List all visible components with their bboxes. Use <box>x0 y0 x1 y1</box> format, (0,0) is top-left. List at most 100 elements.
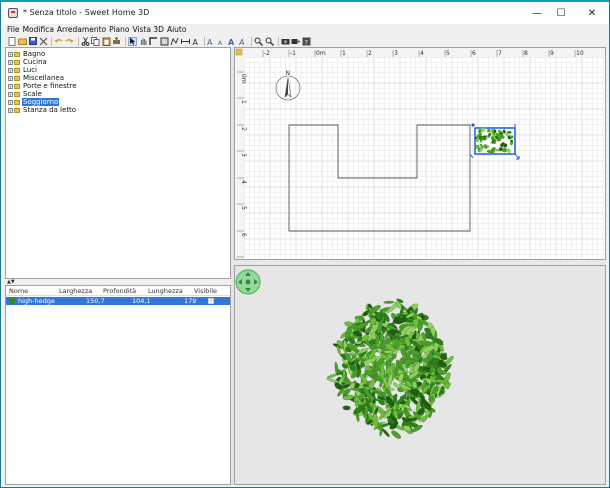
table-row[interactable]: high-hedge 150,7 104,1 179 ✓ <box>6 297 230 305</box>
toolbar: A A A A A ? <box>1 35 609 47</box>
cell-depth: 104,1 <box>132 297 151 305</box>
text-style-icon[interactable]: A <box>228 37 237 46</box>
create-photo-icon[interactable] <box>281 37 290 46</box>
navigation-arrows-icon[interactable] <box>235 269 261 295</box>
create-labels-icon[interactable]: A <box>192 37 201 46</box>
hedge-3d-model <box>326 298 454 439</box>
category-label: Stanza da letto <box>23 106 77 114</box>
text-style-icon[interactable]: A <box>218 37 227 46</box>
resize-handle[interactable] <box>514 153 520 160</box>
app-icon <box>8 8 18 18</box>
undo-icon[interactable] <box>54 37 63 46</box>
menu-modifica[interactable]: Modifica <box>23 24 54 35</box>
toolbar-separator <box>251 36 253 46</box>
menu-arredamento[interactable]: Arredamento <box>57 24 106 35</box>
menu-file[interactable]: File <box>7 24 20 35</box>
expand-icon[interactable]: + <box>8 75 13 81</box>
create-rooms-icon[interactable] <box>160 37 169 46</box>
3d-view[interactable] <box>234 265 606 485</box>
room-walls[interactable] <box>288 124 471 232</box>
folder-icon <box>14 67 20 73</box>
ruler-x-label: 0m <box>316 50 326 57</box>
column-header[interactable]: Lunghezza <box>148 287 183 295</box>
open-icon[interactable] <box>17 37 27 46</box>
zoom-in-icon[interactable] <box>254 37 264 46</box>
compass-rose[interactable]: N <box>275 70 301 101</box>
menu-vista-3d[interactable]: Vista 3D <box>133 24 164 35</box>
text-style-icon[interactable]: A <box>207 37 216 46</box>
create-video-icon[interactable] <box>291 37 300 46</box>
toolbar-separator <box>51 36 53 46</box>
ruler-x-label: 3 <box>394 50 398 57</box>
toolbar-separator <box>277 36 279 46</box>
window-title: * Senza titolo - Sweet Home 3D <box>23 8 150 17</box>
folder-icon <box>14 83 20 89</box>
tree-item[interactable]: + Miscellanea <box>8 74 65 82</box>
plan-canvas[interactable]: -2-10m12345678910 0m1234567 N <box>235 48 606 260</box>
furniture-catalog[interactable]: + Bagno + Cucina + Luci + Miscellanea + Porte… <box>5 47 231 279</box>
paste-icon[interactable] <box>102 37 111 46</box>
level-corner-icon[interactable] <box>235 48 243 56</box>
3d-canvas[interactable] <box>235 266 606 485</box>
save-icon[interactable] <box>28 37 37 46</box>
tree-item[interactable]: + Stanza da letto <box>8 106 77 114</box>
category-label: Miscellanea <box>23 74 64 82</box>
select-icon[interactable] <box>127 36 137 46</box>
copy-icon[interactable] <box>91 36 100 46</box>
new-file-icon[interactable] <box>7 36 16 46</box>
ruler-y-label: 6 <box>240 233 247 237</box>
expand-icon[interactable]: + <box>8 91 13 97</box>
expand-icon[interactable]: + <box>8 67 13 73</box>
expand-icon[interactable]: + <box>8 99 13 105</box>
cut-icon[interactable] <box>39 37 48 46</box>
folder-icon <box>14 99 20 105</box>
add-furniture-icon[interactable] <box>112 36 121 46</box>
folder-icon <box>14 91 20 97</box>
menu-aiuto[interactable]: Aiuto <box>167 24 187 35</box>
column-header[interactable]: Larghezza <box>59 287 92 295</box>
ruler-y-label: 5 <box>240 206 247 210</box>
ruler-x-label: -2 <box>264 50 270 57</box>
ruler-y-label: 3 <box>240 153 247 157</box>
expand-icon[interactable]: + <box>8 59 13 65</box>
tree-item[interactable]: + Scale <box>8 90 43 98</box>
column-header[interactable]: Profondità <box>103 287 136 295</box>
create-polylines-icon[interactable] <box>170 37 179 46</box>
category-label: Cucina <box>23 58 47 66</box>
furniture-table[interactable]: Nome Larghezza Profondità Lunghezza Visi… <box>5 285 231 485</box>
tree-item[interactable]: + Luci <box>8 66 38 74</box>
redo-icon[interactable] <box>65 37 74 46</box>
expand-icon[interactable]: + <box>8 51 13 57</box>
tree-item[interactable]: + Porte e finestre <box>8 82 78 90</box>
hedge-plan-item[interactable] <box>469 123 520 160</box>
plan-grid <box>243 56 605 259</box>
folder-icon <box>14 75 20 81</box>
create-dimensions-icon[interactable] <box>180 37 190 46</box>
scissors-icon[interactable] <box>81 36 90 46</box>
expand-icon[interactable]: + <box>8 83 13 89</box>
tree-item[interactable]: + Cucina <box>8 58 48 66</box>
plan-view[interactable]: -2-10m12345678910 0m1234567 N <box>234 47 606 260</box>
ruler-x-label: 10 <box>576 50 584 57</box>
pan-icon[interactable] <box>139 37 148 46</box>
toolbar-separator <box>204 36 206 46</box>
ruler-x-label: 4 <box>420 50 424 57</box>
close-button[interactable]: ✕ <box>575 2 609 24</box>
svg-text:A: A <box>239 38 244 46</box>
visible-checkbox[interactable]: ✓ <box>208 298 214 304</box>
category-label: Soggiorno <box>22 98 60 106</box>
zoom-out-icon[interactable] <box>265 37 275 46</box>
text-style-icon[interactable]: A <box>239 37 248 46</box>
rotate-handle[interactable] <box>471 123 475 127</box>
tree-item-selected[interactable]: + Soggiorno <box>8 98 60 106</box>
maximize-button[interactable]: ☐ <box>544 2 578 24</box>
menu-piano[interactable]: Piano <box>109 24 129 35</box>
ruler-y-label: 0m <box>240 74 247 84</box>
column-header[interactable]: Nome <box>9 287 28 295</box>
cell-name: high-hedge <box>18 297 55 305</box>
tree-item[interactable]: + Bagno <box>8 50 46 58</box>
help-icon[interactable]: ? <box>302 37 311 46</box>
create-walls-icon[interactable] <box>149 36 158 46</box>
expand-icon[interactable]: + <box>8 107 13 113</box>
column-header[interactable]: Visibile <box>194 287 217 295</box>
